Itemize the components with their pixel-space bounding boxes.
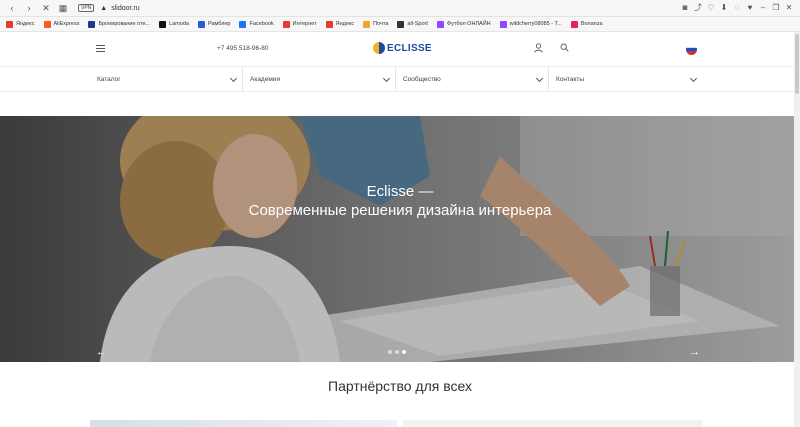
search-icon[interactable] (560, 43, 569, 52)
bookmark-favicon-icon (363, 20, 371, 28)
bookmark-item[interactable]: Рамблер (197, 20, 231, 28)
bookmark-favicon-icon (570, 20, 578, 28)
partner-card-image (90, 420, 397, 427)
main-nav: Каталог Академия Сообщество Контакты (0, 67, 800, 92)
heart-icon[interactable]: ♡ (706, 3, 716, 13)
window-close-icon[interactable]: ✕ (784, 3, 794, 13)
scrollbar-thumb[interactable] (795, 34, 799, 94)
bookmark-favicon-icon (397, 20, 405, 28)
language-flag-icon[interactable] (686, 44, 697, 55)
tabs-icon[interactable]: ▦ (57, 2, 69, 14)
slider-dot[interactable] (388, 350, 392, 354)
partner-card (403, 420, 703, 427)
bookmark-item[interactable]: all-Sport (397, 20, 428, 28)
share-icon[interactable]: ⤴ (693, 3, 703, 13)
page-scrollbar[interactable] (794, 32, 800, 427)
chevron-down-icon (535, 74, 544, 82)
address-bar[interactable]: VPN ▲ slidoor.ru (78, 4, 140, 12)
bookmarks-bar: Яндекс AliExpress Бронирование оте... Lamod… (0, 17, 800, 32)
bookmark-favicon-icon (159, 20, 167, 28)
site-logo[interactable]: ECLISSE (373, 42, 432, 54)
bookmark-favicon-icon (197, 20, 205, 28)
slider-dot[interactable] (395, 350, 399, 354)
bookmark-label: wildcherry08085 - T... (509, 21, 562, 27)
bookmark-item[interactable]: wildcherry08085 - T... (499, 20, 562, 28)
bookmark-favicon-icon (43, 20, 51, 28)
bookmark-icon[interactable]: ♥ (745, 3, 755, 13)
bookmark-favicon-icon (499, 20, 507, 28)
bookmark-label: all-Sport (407, 21, 428, 27)
bookmark-item[interactable]: Lamoda (159, 20, 189, 28)
bookmark-item[interactable]: AliExpress (43, 20, 80, 28)
bookmark-label: Lamoda (169, 21, 189, 27)
nav-item-label: Контакты (556, 76, 585, 83)
hero-subtitle: Современные решения дизайна интерьера (248, 202, 552, 219)
hero-title: Eclisse — (366, 183, 434, 200)
site-header: +7 495 518-96-80 ECLISSE (0, 32, 800, 67)
bookmark-favicon-icon (325, 20, 333, 28)
bookmark-favicon-icon (6, 20, 13, 28)
logo-mark-icon (373, 42, 385, 54)
user-icon[interactable] (534, 43, 543, 53)
chevron-down-icon (382, 74, 391, 82)
url-text[interactable]: slidoor.ru (111, 5, 139, 12)
menu-icon[interactable] (96, 45, 105, 52)
nav-item-label: Академия (250, 76, 280, 83)
restore-icon[interactable]: ❐ (771, 3, 781, 13)
arrow-left-icon[interactable]: ← (96, 346, 107, 358)
bookmark-label: Интернет (292, 21, 317, 27)
bookmark-label: Facebook (249, 21, 274, 27)
bookmark-label: Футбол ОНЛАЙН (446, 21, 491, 27)
chevron-down-icon (689, 74, 698, 82)
camera-icon[interactable]: ◙ (680, 3, 690, 13)
logo-text: ECLISSE (387, 42, 432, 54)
arrow-right-icon[interactable]: → (689, 346, 700, 358)
bookmark-favicon-icon (88, 20, 96, 28)
minimize-icon[interactable]: – (758, 3, 768, 13)
bookmark-item[interactable]: Яндекс (325, 20, 355, 28)
bookmark-favicon-icon (282, 20, 290, 28)
nav-item-contacts[interactable]: Контакты (549, 67, 702, 92)
nav-item-academy[interactable]: Академия (243, 67, 396, 92)
nav-item-catalog[interactable]: Каталог (90, 67, 243, 92)
download-icon[interactable]: ⬇ (719, 3, 729, 13)
hero-image (0, 116, 800, 362)
nav-item-community[interactable]: Сообщество (396, 67, 549, 92)
bookmark-item[interactable]: Футбол ОНЛАЙН (436, 20, 491, 28)
section-title: Партнёрство для всех (328, 378, 472, 394)
bookmark-item[interactable]: Интернет (282, 20, 317, 28)
hero-slider: Eclisse — Современные решения дизайна ин… (0, 116, 800, 362)
secure-icon: ▲ (100, 4, 108, 12)
browser-toolbar: ‹ › ✕ ▦ VPN ▲ slidoor.ru ◙ ⤴ ♡ ⬇ ◌ ♥ – ❐… (0, 0, 800, 17)
bookmark-label: Bonanza (580, 21, 603, 27)
bookmark-item[interactable]: Бронирование оте... (88, 20, 151, 28)
back-icon[interactable]: ‹ (6, 2, 18, 14)
bookmark-label: AliExpress (53, 21, 80, 27)
extension-icon[interactable]: ◌ (732, 3, 742, 13)
nav-item-label: Сообщество (403, 76, 441, 83)
nav-item-label: Каталог (97, 76, 121, 83)
chevron-down-icon (229, 74, 238, 82)
bookmark-item[interactable]: Bonanza (570, 20, 603, 28)
bookmark-label: Яндекс (335, 21, 355, 27)
bookmark-label: Почта (373, 21, 389, 27)
bookmark-item[interactable]: Почта (363, 20, 389, 28)
bookmark-label: Рамблер (207, 21, 231, 27)
phone-link[interactable]: +7 495 518-96-80 (217, 45, 269, 52)
slider-dot[interactable] (402, 350, 406, 354)
bookmark-item[interactable]: Яндекс (6, 20, 35, 28)
slider-dots (388, 350, 409, 354)
vpn-badge[interactable]: VPN (78, 4, 95, 12)
bookmark-favicon-icon (436, 20, 444, 28)
bookmark-item[interactable]: Facebook (239, 20, 274, 28)
bookmark-label: Яндекс (16, 21, 35, 27)
forward-icon[interactable]: › (23, 2, 35, 14)
close-icon[interactable]: ✕ (40, 2, 52, 14)
bookmark-label: Бронирование оте... (98, 21, 151, 27)
bookmark-favicon-icon (239, 20, 247, 28)
